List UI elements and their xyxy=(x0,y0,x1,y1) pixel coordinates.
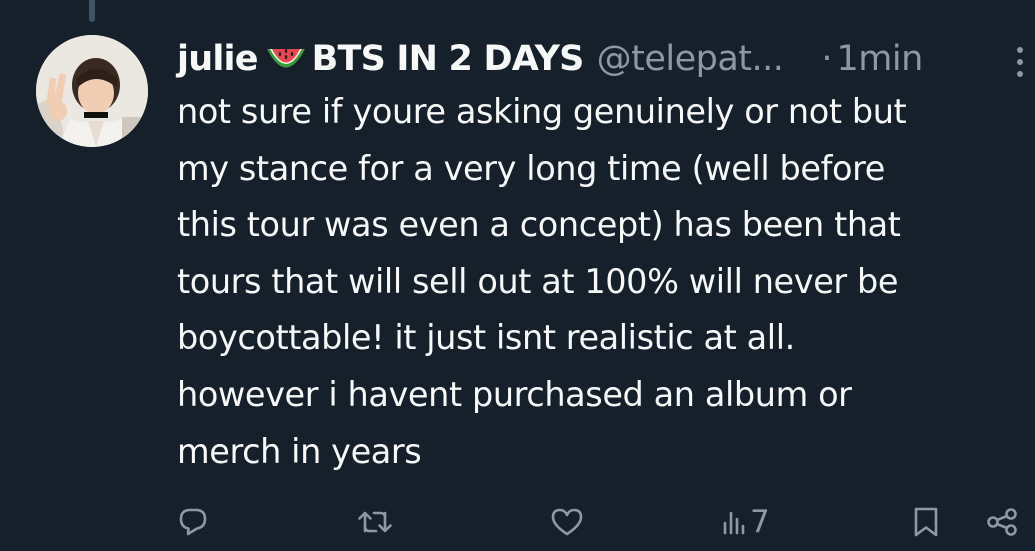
heart-icon xyxy=(550,507,584,537)
reply-button[interactable] xyxy=(178,498,208,546)
tweet-text-line: not sure if youre asking genuinely or no… xyxy=(177,92,907,131)
tweet-text: not sure if youre asking genuinely or no… xyxy=(177,84,1027,480)
watermelon-icon xyxy=(266,46,306,74)
views-count: 7 xyxy=(750,504,770,540)
retweet-icon xyxy=(357,507,393,537)
reply-icon xyxy=(178,507,208,537)
retweet-button[interactable] xyxy=(357,498,393,546)
tweet-text-line: boycottable! it just isnt realistic at a… xyxy=(177,318,795,358)
views-button[interactable]: 7 xyxy=(722,498,770,546)
timestamp[interactable]: 1min xyxy=(837,39,924,79)
tweet-text-line: merch in years xyxy=(177,431,422,471)
tweet-text-line: however i havent purchased an album or xyxy=(177,374,852,414)
bookmark-icon xyxy=(912,506,940,538)
bookmark-button[interactable] xyxy=(912,498,940,546)
user-handle[interactable]: @telepat... xyxy=(597,39,784,79)
more-options-icon[interactable] xyxy=(1013,42,1027,82)
share-icon xyxy=(985,507,1019,537)
tweet-text-line: tours that will sell out at 100% will ne… xyxy=(177,261,899,301)
thread-connector-line xyxy=(89,0,95,22)
tweet-text-line: my stance for a very long time (well bef… xyxy=(177,148,885,188)
avatar[interactable] xyxy=(36,35,148,147)
tweet-header: julie BTS IN 2 DAYS @telepat... · 1min xyxy=(177,30,1027,88)
like-button[interactable] xyxy=(550,498,584,546)
display-name-suffix[interactable]: BTS IN 2 DAYS xyxy=(312,39,585,79)
display-name[interactable]: julie xyxy=(177,39,258,79)
share-button[interactable] xyxy=(985,498,1019,546)
header-separator: · xyxy=(821,39,833,79)
action-bar: 7 xyxy=(0,498,1035,546)
tweet-text-line: this tour was even a concept) has been t… xyxy=(177,205,901,245)
views-icon xyxy=(722,507,746,537)
